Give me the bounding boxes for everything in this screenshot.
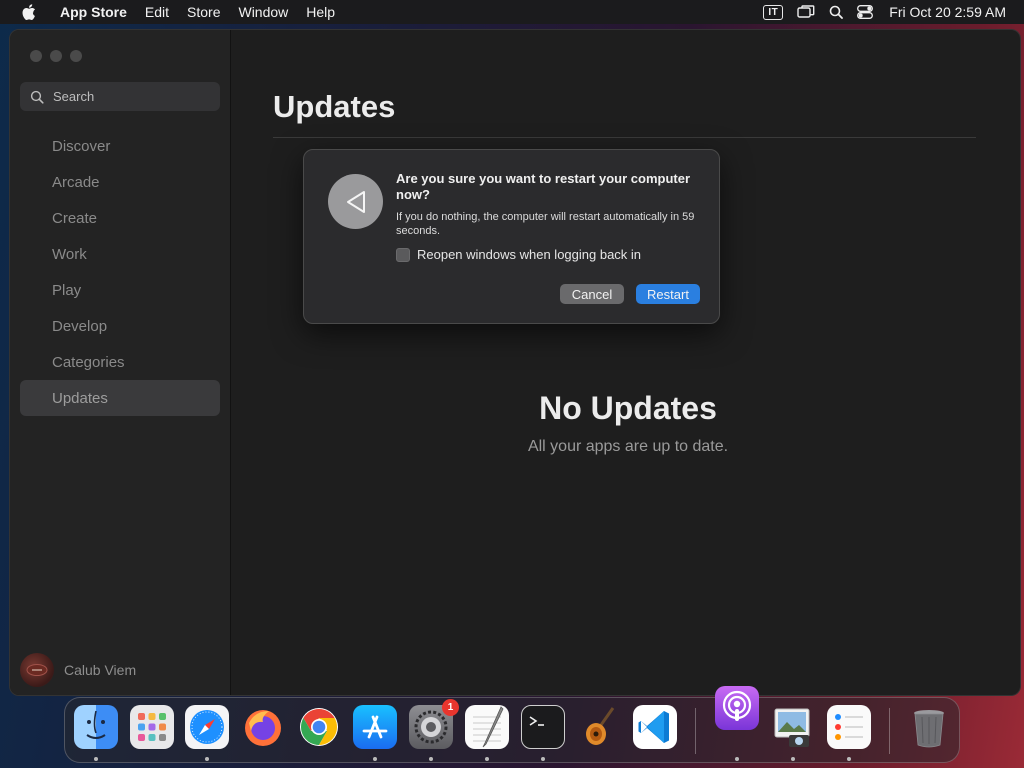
input-source-badge: IT [763,4,784,20]
spotlight-search-icon[interactable] [829,0,844,24]
page-title: Updates [273,89,396,124]
sidebar-item-discover[interactable]: Discover [20,128,220,164]
search-input[interactable] [53,89,203,104]
account-name: Calub Viem [64,662,137,678]
menu-bar: App Store Edit Store Window Help IT Fri … [0,0,1024,24]
create-icon [32,212,44,224]
search-field[interactable] [20,82,220,111]
screen-mirroring-icon[interactable] [797,0,815,24]
avatar [20,653,54,687]
develop-icon [32,320,44,332]
sidebar-item-create[interactable]: Create [20,200,220,236]
menu-window[interactable]: Window [229,4,297,20]
app-store-icon[interactable] [353,705,397,749]
empty-state-subtitle: All your apps are up to date. [527,438,729,455]
restart-button[interactable]: Restart [636,284,700,304]
textedit-running-dot [485,757,489,761]
sidebar-item-label: Work [52,245,87,263]
checkbox-label: Reopen windows when logging back in [417,247,642,262]
notification-badge: 1 [442,699,459,716]
terminal-icon[interactable] [521,705,565,749]
title-divider [273,137,976,138]
work-icon [32,248,44,260]
main-content: Updates No Updates All your apps are up … [232,30,1020,695]
system-settings-running-dot [429,757,433,761]
podcasts-running-dot [735,757,739,761]
sidebar-item-label: Updates [52,389,108,407]
launchpad-icon[interactable] [130,705,174,749]
sidebar-item-label: Arcade [52,173,100,191]
search-icon [30,90,44,104]
discover-icon [32,140,44,152]
reminders-running-dot [847,757,851,761]
dock-separator [695,708,696,754]
menu-bar-clock[interactable]: Fri Oct 20 2:59 AM [889,4,1006,20]
terminal-running-dot [541,757,545,761]
empty-state-title: No Updates [539,390,717,426]
system-settings-icon[interactable]: 1 [409,699,459,749]
safari-running-dot [205,757,209,761]
sidebar-item-work[interactable]: Work [20,236,220,272]
account-button[interactable]: Calub Viem [20,653,136,687]
restart-dialog: Are you sure you want to restart your co… [303,149,720,324]
sidebar-item-label: Categories [52,353,125,371]
play-icon [32,284,44,296]
dock-separator [889,708,890,754]
sidebar: Discover Arcade Create Work Play Develop… [10,30,231,695]
app-store-running-dot [373,757,377,761]
sidebar-item-develop[interactable]: Develop [20,308,220,344]
window-controls [30,50,82,62]
podcasts-icon[interactable] [715,686,759,730]
preview-running-dot [791,757,795,761]
menu-help[interactable]: Help [297,4,344,20]
menu-app-name[interactable]: App Store [51,4,136,20]
menu-edit[interactable]: Edit [136,4,178,20]
dock: 1 [64,686,960,763]
sidebar-item-label: Discover [52,137,111,155]
safari-icon[interactable] [185,705,229,749]
sidebar-item-label: Develop [52,317,108,335]
reopen-windows-checkbox[interactable]: Reopen windows when logging back in [396,247,641,262]
apple-menu-icon[interactable] [20,4,36,20]
arcade-icon [32,176,44,188]
close-window-button[interactable] [30,50,42,62]
updates-icon [32,392,44,404]
finder-icon[interactable] [74,705,118,749]
control-center-icon[interactable] [857,0,874,24]
sidebar-item-categories[interactable]: Categories [20,344,220,380]
sidebar-item-play[interactable]: Play [20,272,220,308]
sidebar-item-label: Create [52,209,98,227]
finder-running-dot [94,757,98,761]
chrome-icon[interactable] [297,705,341,749]
zoom-window-button[interactable] [70,50,82,62]
minimize-window-button[interactable] [50,50,62,62]
sidebar-item-label: Play [52,281,82,299]
input-source-menu[interactable]: IT [763,0,784,24]
reminders-icon[interactable] [827,705,871,749]
preview-icon[interactable] [771,705,815,749]
sidebar-item-arcade[interactable]: Arcade [20,164,220,200]
sidebar-item-updates[interactable]: Updates [20,380,220,416]
app-store-window: Discover Arcade Create Work Play Develop… [9,29,1021,696]
dialog-message: If you do nothing, the computer will res… [396,211,695,237]
menu-store[interactable]: Store [178,4,229,20]
garageband-icon[interactable] [577,705,621,749]
categories-icon [32,356,44,368]
firefox-icon[interactable] [241,705,285,749]
cancel-button[interactable]: Cancel [560,284,624,304]
vscode-icon[interactable] [633,705,677,749]
empty-state: No Updates All your apps are up to date. [232,390,1020,456]
textedit-icon[interactable] [465,705,509,749]
dialog-title: Are you sure you want to restart your co… [396,171,691,202]
trash-icon[interactable] [907,705,951,749]
sidebar-nav: Discover Arcade Create Work Play Develop… [20,128,220,416]
checkbox-box[interactable] [396,247,410,262]
restart-alert-icon [328,174,383,229]
